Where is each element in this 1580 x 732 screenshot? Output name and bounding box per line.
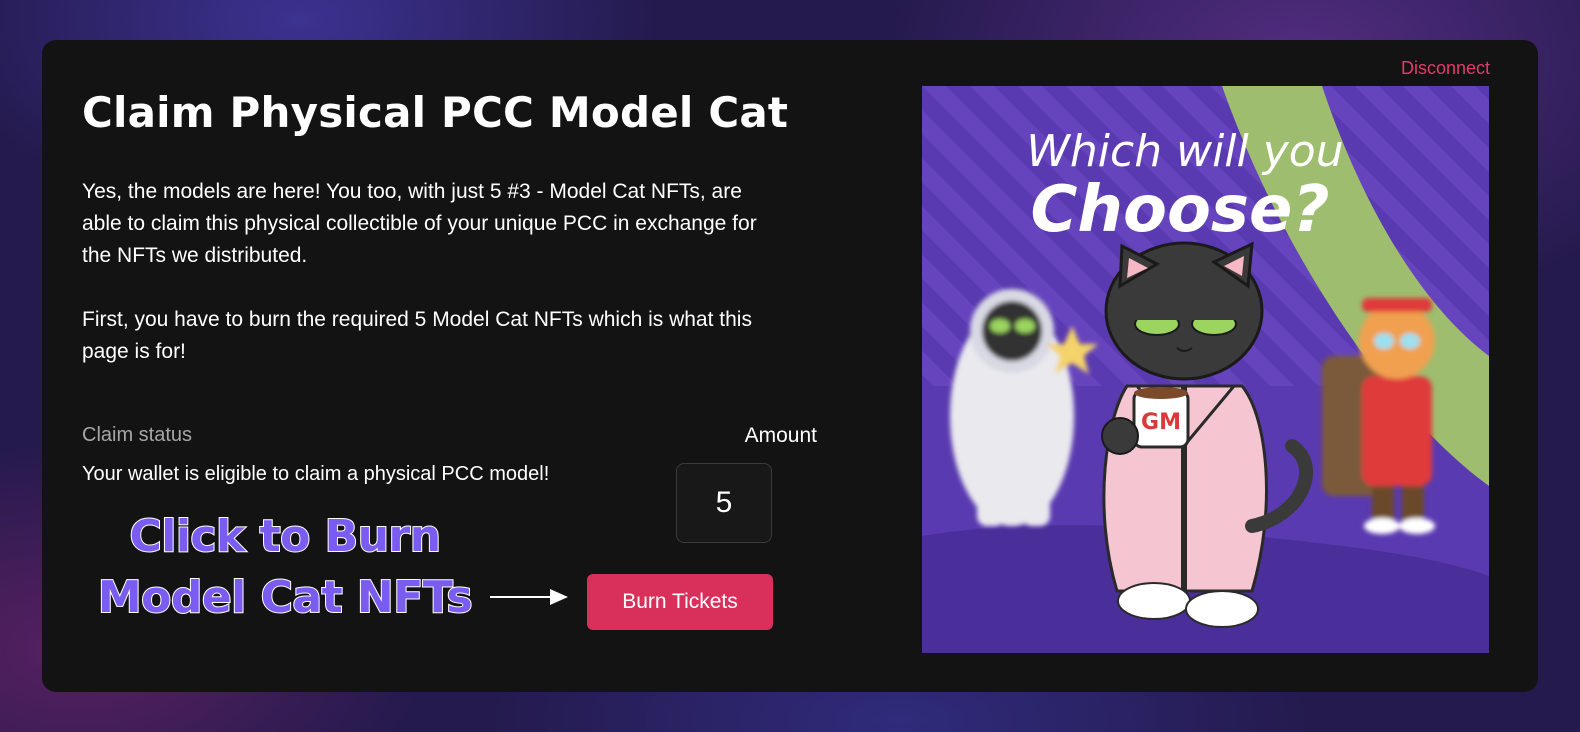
claim-status-text: Your wallet is eligible to claim a physi… (82, 463, 550, 485)
artwork-illustration: Which will you Choose? GM (922, 86, 1489, 653)
annotation-line-1: Click to Burn (128, 510, 442, 563)
artwork-heading-line-1: Which will you (1026, 126, 1343, 177)
claim-status-label: Claim status (82, 424, 193, 446)
claim-card: Claim Physical PCC Model Cat Yes, the mo… (42, 40, 1538, 692)
page-title: Claim Physical PCC Model Cat (82, 88, 789, 137)
amount-label: Amount (744, 424, 817, 447)
burn-instruction-annotation: Click to Burn Model Cat NFTs (80, 506, 490, 628)
model-cat-artwork: Which will you Choose? GM (922, 86, 1489, 653)
mug-label: GM (1141, 410, 1181, 435)
artwork-heading-line-2: Choose? (1030, 173, 1329, 247)
arrow-right-icon (490, 589, 568, 605)
burn-tickets-button[interactable]: Burn Tickets (587, 574, 773, 630)
amount-input[interactable] (676, 463, 772, 543)
annotation-line-2: Model Cat NFTs (97, 571, 474, 624)
disconnect-link[interactable]: Disconnect (1401, 58, 1490, 79)
description-paragraph-2: First, you have to burn the required 5 M… (82, 308, 752, 363)
description-paragraph-1: Yes, the models are here! You too, with … (82, 180, 757, 267)
